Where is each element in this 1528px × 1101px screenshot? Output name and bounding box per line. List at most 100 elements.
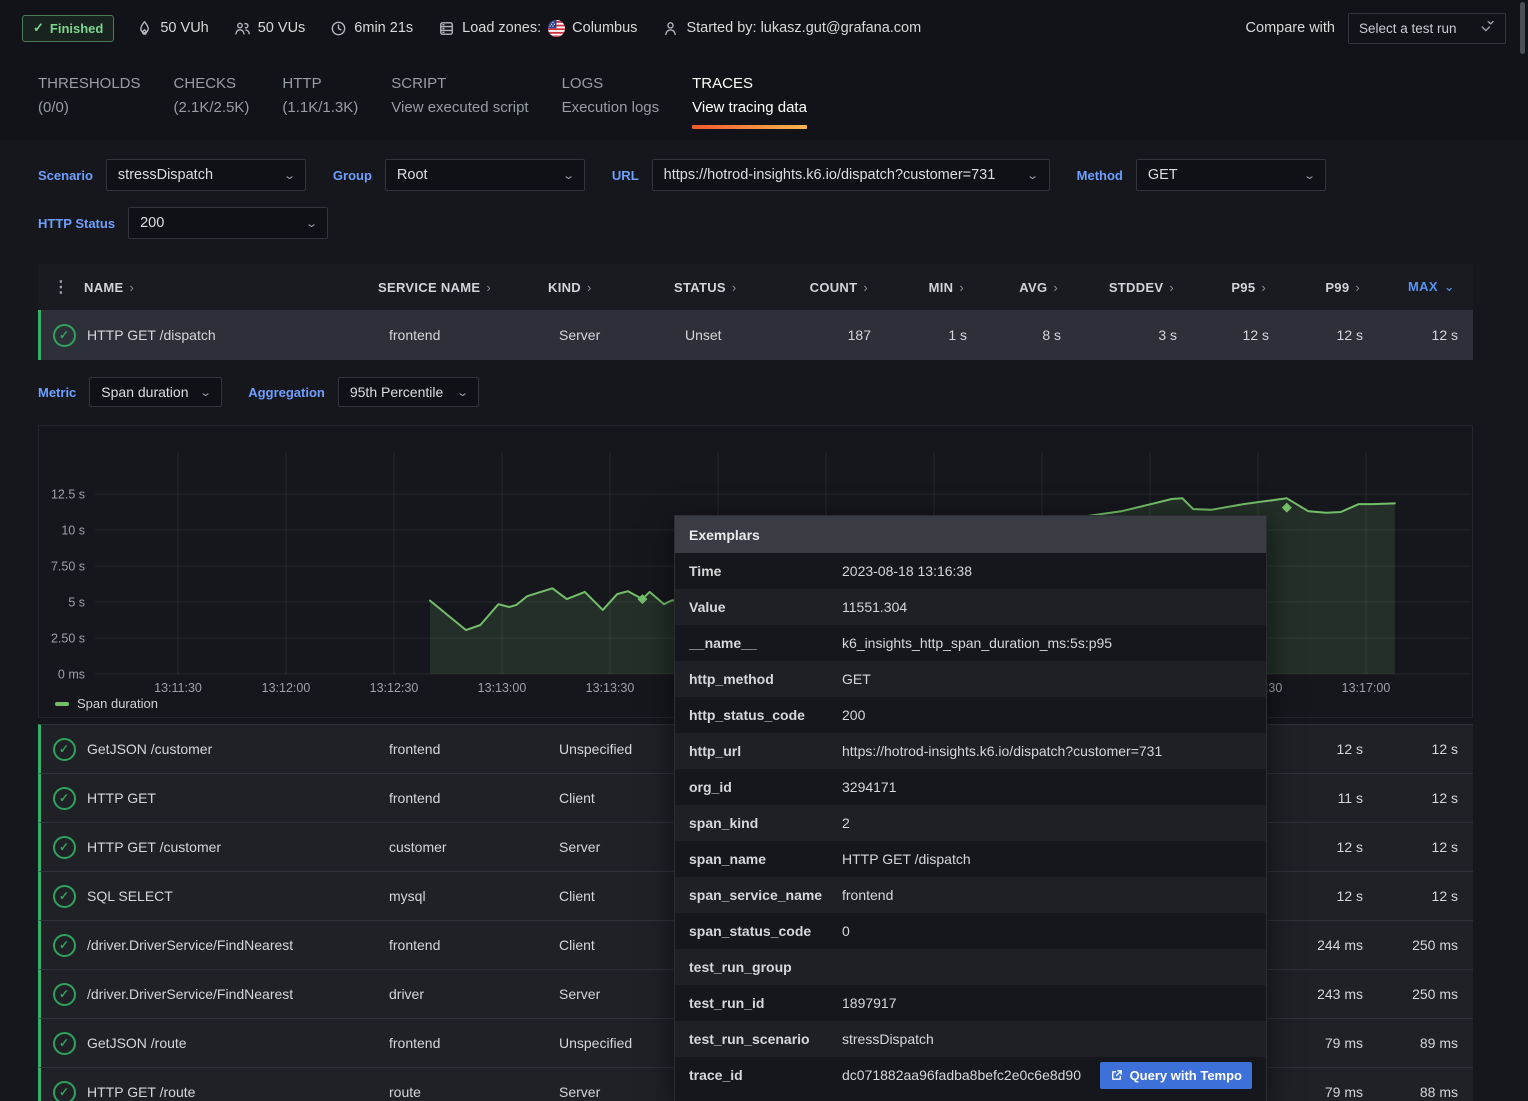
cell-name: SQL SELECT [87,888,381,904]
tab-checks[interactable]: CHECKS(2.1K/2.5K) [174,75,250,129]
tab-subtitle: View tracing data [692,99,807,116]
spans-table-header: ⋮NAME›SERVICE NAME›KIND›STATUS›COUNT›MIN… [38,264,1473,310]
exemplar-value: k6_insights_http_span_duration_ms:5s:p95 [842,635,1252,651]
chevron-down-icon: ⌄ [1027,169,1040,182]
filter-label: Group [333,168,372,183]
filter-value: Root [397,167,428,183]
exemplar-row-span-name: span_nameHTTP GET /dispatch [675,841,1266,877]
filter-select-method[interactable]: GET⌄ [1136,159,1326,191]
run-stat-label: 6min 21s [354,20,413,36]
sort-chevron-icon: › [959,280,964,295]
tab-http[interactable]: HTTP(1.1K/1.3K) [282,75,358,129]
run-stat: 50 VUh [136,20,208,37]
metric-bar: Metric Span duration ⌄ Aggregation 95th … [38,377,506,407]
tab-logs[interactable]: LOGSExecution logs [562,75,660,129]
filter-value: https://hotrod-insights.k6.io/dispatch?c… [664,167,996,183]
exemplar-row-Value: Value11551.304 [675,589,1266,625]
aggregation-select[interactable]: 95th Percentile ⌄ [338,377,479,407]
run-stat-label: Load zones: [462,20,541,36]
row-actions-icon[interactable]: ⋮ [38,277,84,297]
metric-select[interactable]: Span duration ⌄ [89,377,222,407]
column-header-avg[interactable]: AVG› [976,280,1070,295]
exemplar-value: 3294171 [842,779,1252,795]
aggregation-label: Aggregation [248,385,325,400]
exemplar-label: http_method [689,671,842,687]
cell-name: HTTP GET [87,790,381,806]
sort-chevron-icon: › [1053,280,1058,295]
exemplar-row-test-run-id: test_run_id1897917 [675,985,1266,1021]
status-badge-label: Finished [50,21,103,36]
exemplar-value: 1897917 [842,995,1252,1011]
exemplar-row-http-url: http_urlhttps://hotrod-insights.k6.io/di… [675,733,1266,769]
column-header-name[interactable]: NAME› [84,280,378,295]
column-header-p99[interactable]: P99› [1278,280,1372,295]
chevron-down-icon: ⌄ [283,169,296,182]
tab-traces[interactable]: TRACESView tracing data [692,75,807,129]
filter-http-status: HTTP Status200⌄ [38,207,328,239]
cell-p99: 12 s [1281,839,1375,855]
filter-select-scenario[interactable]: stressDispatch ⌄ [106,159,306,191]
exemplars-popup: Exemplars Time2023-08-18 13:16:38Value11… [674,515,1267,1101]
cell-p99: 243 ms [1281,986,1375,1002]
exemplar-label: org_id [689,779,842,795]
cell-kind: Server [551,839,677,855]
filter-select-url[interactable]: https://hotrod-insights.k6.io/dispatch?c… [652,159,1050,191]
exemplar-label: Value [689,599,842,615]
column-header-stddev[interactable]: STDDEV› [1070,280,1186,295]
sort-chevron-icon: › [486,280,491,295]
load-zones-icon [438,20,455,37]
external-link-icon [1110,1069,1123,1082]
column-header-count[interactable]: COUNT› [794,280,880,295]
tab-thresholds[interactable]: THRESHOLDS(0/0) [38,75,141,129]
tab-script[interactable]: SCRIPTView executed script [391,75,528,129]
exemplars-popup-footer [675,1093,1266,1101]
trace-filters-row-2: HTTP Status200⌄ [38,207,355,239]
row-status-cell: ✓ [41,1081,87,1101]
chevron-down-icon: ⌄ [562,169,575,182]
cell-name: HTTP GET /route [87,1084,381,1100]
exemplar-row--name-: __name__k6_insights_http_span_duration_m… [675,625,1266,661]
cell-service: frontend [381,937,551,953]
cell-max: 250 ms [1375,937,1458,953]
exemplar-label: Time [689,563,842,579]
compare-test-run-select[interactable]: Select a test run [1348,13,1506,44]
success-check-icon: ✓ [53,738,76,761]
cell-kind: Server [551,986,677,1002]
filter-select-group[interactable]: Root ⌄ [385,159,585,191]
tab-title: HTTP [282,75,358,92]
filter-select-http-status[interactable]: 200⌄ [128,207,328,239]
exemplar-value: 11551.304 [842,599,1252,615]
column-header-service-name[interactable]: SERVICE NAME› [378,280,548,295]
filter-value: stressDispatch [118,167,213,183]
compare-with-label: Compare with [1246,20,1335,36]
filter-url: URLhttps://hotrod-insights.k6.io/dispatc… [612,159,1050,191]
svg-text:13:13:30: 13:13:30 [586,681,635,695]
select-chevrons-icon [1480,19,1495,37]
exemplar-value: frontend [842,887,1252,903]
page-scrollbar-thumb[interactable] [1520,2,1525,54]
tab-subtitle: View executed script [391,99,528,116]
column-header-kind[interactable]: KIND› [548,280,674,295]
cell-max: 12 s [1375,741,1458,757]
row-status-cell: ✓ [41,836,87,859]
cell-kind: Server [551,1084,677,1100]
column-header-p95[interactable]: P95› [1186,280,1278,295]
exemplar-value: 2023-08-18 13:16:38 [842,563,1252,579]
legend-label: Span duration [77,696,158,711]
column-header-max[interactable]: MAX⌄ [1372,279,1455,295]
tab-subtitle: (0/0) [38,99,141,116]
legend-span-duration[interactable]: Span duration [55,696,158,711]
query-with-tempo-button[interactable]: Query with Tempo [1100,1062,1252,1089]
aggregation-value: 95th Percentile [350,384,443,400]
table-row[interactable]: ✓HTTP GET /dispatchfrontendServerUnset18… [38,310,1473,360]
cell-service: mysql [381,888,551,904]
metric-value: Span duration [101,384,188,400]
chevron-down-icon: ⌄ [199,386,212,399]
column-header-status[interactable]: STATUS› [674,280,794,295]
cell-max: 12 s [1375,839,1458,855]
column-header-min[interactable]: MIN› [880,280,976,295]
filter-label: Method [1077,168,1123,183]
sort-chevron-icon: › [1169,280,1174,295]
success-check-icon: ✓ [53,1081,76,1101]
cell-service: route [381,1084,551,1100]
